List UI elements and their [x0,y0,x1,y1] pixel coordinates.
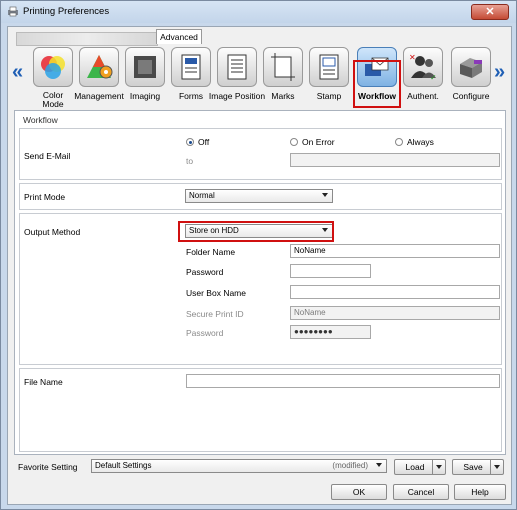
management-icon [87,55,113,79]
stamp-icon [319,54,339,80]
favorite-setting-label: Favorite Setting [18,462,78,472]
printer-icon [8,6,18,17]
file-name-field[interactable] [186,374,500,388]
category-authentication[interactable]: ✕ ✓ Authent. [403,47,443,101]
folder-name-field[interactable]: NoName [290,244,500,258]
file-name-label: File Name [24,377,63,387]
workflow-highlight-box [353,60,401,108]
send-email-group: Send E-Mail Off On Error Always to [19,128,502,180]
category-configure[interactable]: Configure [451,47,491,101]
radio-off-label[interactable]: Off [198,137,209,147]
category-image-position[interactable]: Image Position [209,47,265,101]
chevron-down-icon [322,193,328,197]
tab-advanced[interactable]: Advanced [156,29,202,44]
secure-password-field[interactable]: ●●●●●●●● [290,325,371,339]
favorite-setting-select[interactable]: Default Settings (modified) [91,459,387,473]
color-mode-icon [41,56,65,79]
user-box-name-label: User Box Name [186,288,246,298]
email-to-field[interactable] [290,153,500,167]
imaging-icon [134,56,156,78]
title-bar[interactable]: Printing Preferences ✕ [1,1,516,23]
print-mode-select[interactable]: Normal [185,189,333,203]
folder-name-label: Folder Name [186,247,236,257]
forms-icon [181,54,201,80]
dialog-client: Advanced « Color Mode Management Imaging… [7,26,512,505]
save-button[interactable]: Save [452,459,504,475]
chevron-down-icon[interactable] [432,460,445,474]
workflow-panel: Workflow Send E-Mail Off On Error Always… [14,110,506,455]
print-mode-label: Print Mode [24,192,66,202]
print-mode-group: Print Mode Normal [19,183,502,210]
panel-title: Workflow [23,115,58,125]
authentication-icon: ✕ ✓ [409,53,437,82]
modified-status: (modified) [332,461,368,470]
configure-icon [460,58,482,78]
output-method-highlight-box [178,221,334,242]
password-label: Password [186,267,224,277]
chevron-down-icon[interactable] [490,460,503,474]
category-management[interactable]: Management [74,47,124,101]
scroll-right-button[interactable]: » [494,62,505,82]
radio-always[interactable] [395,138,403,146]
category-stamp[interactable]: Stamp [309,47,349,101]
image-position-icon [227,54,247,80]
secure-print-id-field[interactable]: NoName [290,306,500,320]
scroll-left-button[interactable]: « [12,62,23,82]
file-name-group: File Name [19,368,502,452]
secure-password-label: Password [186,328,224,338]
svg-text:✓: ✓ [430,73,437,82]
chevron-down-icon [376,463,382,467]
marks-icon [271,53,295,81]
radio-always-label[interactable]: Always [407,137,434,147]
radio-off[interactable] [186,138,194,146]
load-button[interactable]: Load [394,459,446,475]
favorite-setting-bar: Favorite Setting Default Settings (modif… [14,456,507,478]
password-field[interactable] [290,264,371,278]
help-button[interactable]: Help [454,484,506,500]
category-imaging[interactable]: Imaging [125,47,165,101]
category-marks[interactable]: Marks [263,47,303,101]
radio-on-error[interactable] [290,138,298,146]
category-color-mode[interactable]: Color Mode [33,47,73,109]
window-title: Printing Preferences [23,6,110,17]
category-forms[interactable]: Forms [171,47,211,101]
user-box-name-field[interactable] [290,285,500,299]
ok-button[interactable]: OK [331,484,387,500]
to-label: to [186,156,194,166]
send-email-label: Send E-Mail [24,151,71,161]
output-method-label: Output Method [24,227,81,237]
svg-text:✕: ✕ [409,53,416,62]
cancel-button[interactable]: Cancel [393,484,449,500]
category-icon-row: « Color Mode Management Imaging Forms Im… [8,44,511,109]
close-button[interactable]: ✕ [471,4,509,20]
radio-on-error-label[interactable]: On Error [302,137,335,147]
printing-preferences-window: Printing Preferences ✕ Advanced « Color … [0,0,517,510]
close-icon: ✕ [485,6,495,18]
category-label: Configure [452,91,490,101]
secure-print-id-label: Secure Print ID [186,309,244,319]
